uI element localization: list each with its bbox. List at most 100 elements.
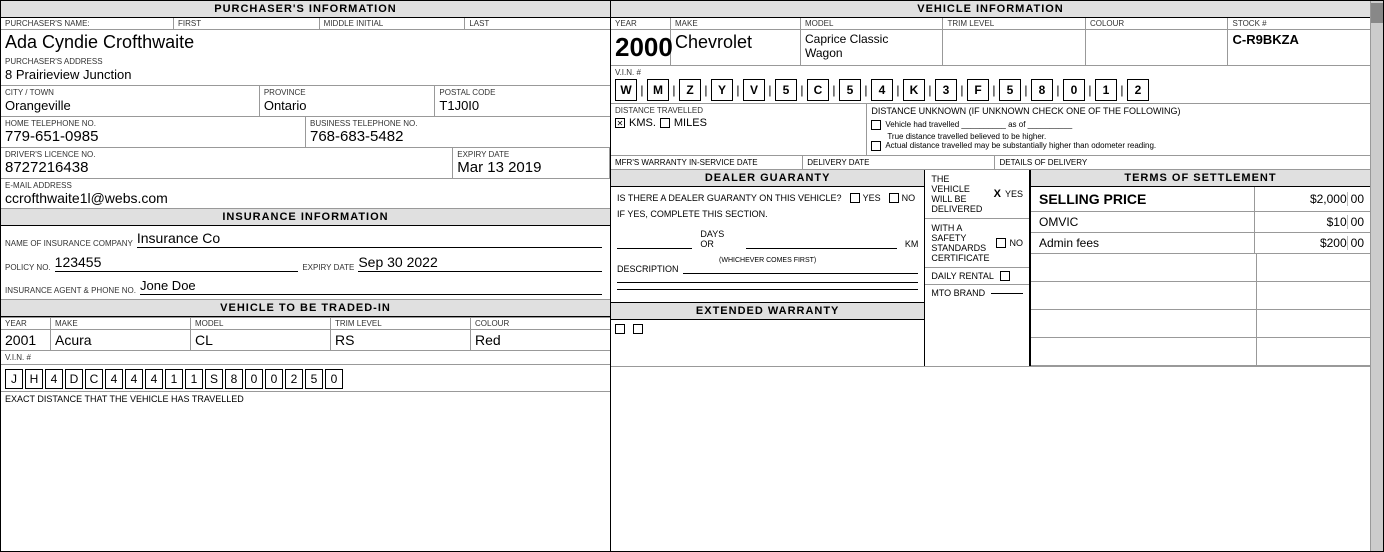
admin-fees-row: Admin fees $200 00 [1031,233,1370,254]
vin-sep-7: | [830,79,838,101]
email-label: E-MAIL ADDRESS [5,181,606,190]
admin-fees-amount: $200 00 [1255,233,1370,253]
guaranty-complete: IF YES, COMPLETE THIS SECTION. [617,209,918,219]
omvic-label: OMVIC [1031,212,1255,232]
mto-brand-row: MTO BRAND [925,285,1029,301]
distance-row: DISTANCE TRAVELLED ✕ KMS. MILES DISTANCE… [611,104,1370,156]
details-cell: DETAILS OF DELIVERY [995,156,1370,169]
mto-brand-label: MTO BRAND [931,288,985,298]
vehicle-vin-char-0: W [615,79,637,101]
model-value: Caprice Classic Wagon [801,30,944,65]
days-km-row: DAYS OR KM [617,229,918,249]
terms-empty-amount-1 [1257,254,1370,281]
home-phone-cell: HOME TELEPHONE No. 779-651-0985 [1,117,306,147]
expiry-cell: EXPIRY DATE Mar 13 2019 [453,148,610,178]
trade-vin-char-8: 1 [165,369,183,389]
kms-checkbox[interactable]: ✕ [615,118,625,128]
trade-vin-char-2: 4 [45,369,63,389]
year-value: 2000 [611,30,671,65]
extended-no-checkbox[interactable] [633,324,643,334]
vehicle-vin-char-10: 3 [935,79,957,101]
dist-opt1-checkbox[interactable] [871,120,881,130]
long-underline-1 [617,282,918,283]
vin-sep-1: | [638,79,646,101]
dist-opt2-checkbox[interactable] [871,141,881,151]
scrollbar[interactable] [1370,1,1383,551]
ins-expiry-label: EXPIRY DATE [302,263,354,272]
dist-kms-row: ✕ KMS. MILES [615,117,862,129]
distance-left: DISTANCE TRAVELLED ✕ KMS. MILES [611,104,867,155]
trade-header: VEHICLE TO BE TRADED-IN [1,300,610,317]
trade-vin-char-7: 4 [145,369,163,389]
admin-cents: 00 [1347,236,1364,250]
vehicle-vin-char-7: 5 [839,79,861,101]
trade-year-value: 2001 [1,330,51,350]
trade-section: VEHICLE TO BE TRADED-IN YEAR MAKE MODEL … [1,300,610,551]
left-panel: PURCHASER'S INFORMATION PURCHASER'S NAME… [1,1,611,551]
dist-opt1b-text: True distance travelled believed to be h… [887,132,1366,141]
name-label: PURCHASER'S NAME: [1,18,174,29]
stock-val: C-R9BKZA [1232,32,1298,47]
email-value: ccrofthwaite1l@webs.com [5,190,606,206]
vehicle-vin-char-11: F [967,79,989,101]
name-header: PURCHASER'S NAME: FIRST MIDDLE INITIAL L… [1,18,610,30]
purchaser-info-header: PURCHASER'S INFORMATION [1,1,610,18]
miles-checkbox[interactable] [660,118,670,128]
trade-vin-boxes: JH4DC44411S800250 [5,369,606,389]
exact-dist: EXACT DISTANCE THAT THE VEHICLE HAS TRAV… [1,392,610,406]
postal-cell: POSTAL CODE T1J0I0 [435,86,610,116]
trade-vin-char-16: 0 [325,369,343,389]
trade-values: 2001 Acura CL RS Red [1,330,610,351]
right-panel: VEHICLE INFORMATION YEAR MAKE MODEL TRIM… [611,1,1370,551]
email-row: E-MAIL ADDRESS ccrofthwaite1l@webs.com [1,179,610,209]
terms-empty-4 [1031,338,1370,366]
terms-empty-amount-2 [1257,282,1370,309]
safety-no-label: NO [1010,238,1024,248]
province-cell: PROVINCE Ontario [260,86,436,116]
terms-header: TERMS OF SETTLEMENT [1031,170,1370,187]
safety-checkbox[interactable] [996,238,1006,248]
scroll-thumb[interactable] [1371,3,1383,23]
selling-price-amount: $2,000 00 [1255,187,1370,211]
last-label: LAST [469,19,489,28]
city-cell: CITY / TOWN Orangeville [1,86,260,116]
company-label: NAME OF INSURANCE COMPANY [5,239,133,248]
purchaser-name-value: Ada Cyndie Crofthwaite [5,32,194,52]
company-line: NAME OF INSURANCE COMPANY Insurance Co [5,230,606,248]
daily-rental-label: DAILY RENTAL [931,271,994,281]
stock-label: STOCK # [1228,18,1370,29]
dist-option1-row: Vehicle had travelled __________ as of _… [871,120,1366,130]
policy-row: POLICY NO. 123455 EXPIRY DATE Sep 30 202… [5,254,606,272]
selling-price-label: SELLING PRICE [1031,187,1255,211]
home-phone-label: HOME TELEPHONE No. [5,119,301,128]
desc-underline [683,273,919,274]
dist-label: DISTANCE TRAVELLED [615,106,862,115]
city-row: CITY / TOWN Orangeville PROVINCE Ontario… [1,86,610,117]
guaranty-yes[interactable]: YES [850,193,881,203]
guaranty-no-checkbox[interactable] [889,193,899,203]
delivery-section: DEALER GUARANTY IS THERE A DEALER GUARAN… [611,170,1370,367]
year-label: YEAR [611,18,671,29]
trade-vin-char-12: 0 [245,369,263,389]
vin-sep-9: | [894,79,902,101]
guaranty-yes-no: YES NO [850,193,916,203]
extended-yes-checkbox[interactable] [615,324,625,334]
guaranty-no[interactable]: NO [889,193,916,203]
admin-fees-label: Admin fees [1031,233,1255,253]
agent-value: Jone Doe [140,278,602,295]
extended-warranty-header: EXTENDED WARRANTY [611,303,924,320]
vehicle-vin-char-6: C [807,79,829,101]
middle-label: MIDDLE INITIAL [320,18,466,29]
vehicle-vin-char-9: K [903,79,925,101]
daily-rental-checkbox[interactable] [1000,271,1010,281]
trade-vin-char-1: H [25,369,43,389]
vehicle-vin-char-14: 0 [1063,79,1085,101]
trade-make-value: Acura [51,330,191,350]
vin-sep-11: | [958,79,966,101]
trim-label: TRIM LEVEL [943,18,1086,29]
terms-empty-3 [1031,310,1370,338]
guaranty-yes-checkbox[interactable] [850,193,860,203]
address-label: PURCHASER'S ADDRESS [5,57,606,66]
trade-vin-char-3: D [65,369,83,389]
terms-empty-amount-4 [1257,338,1370,365]
